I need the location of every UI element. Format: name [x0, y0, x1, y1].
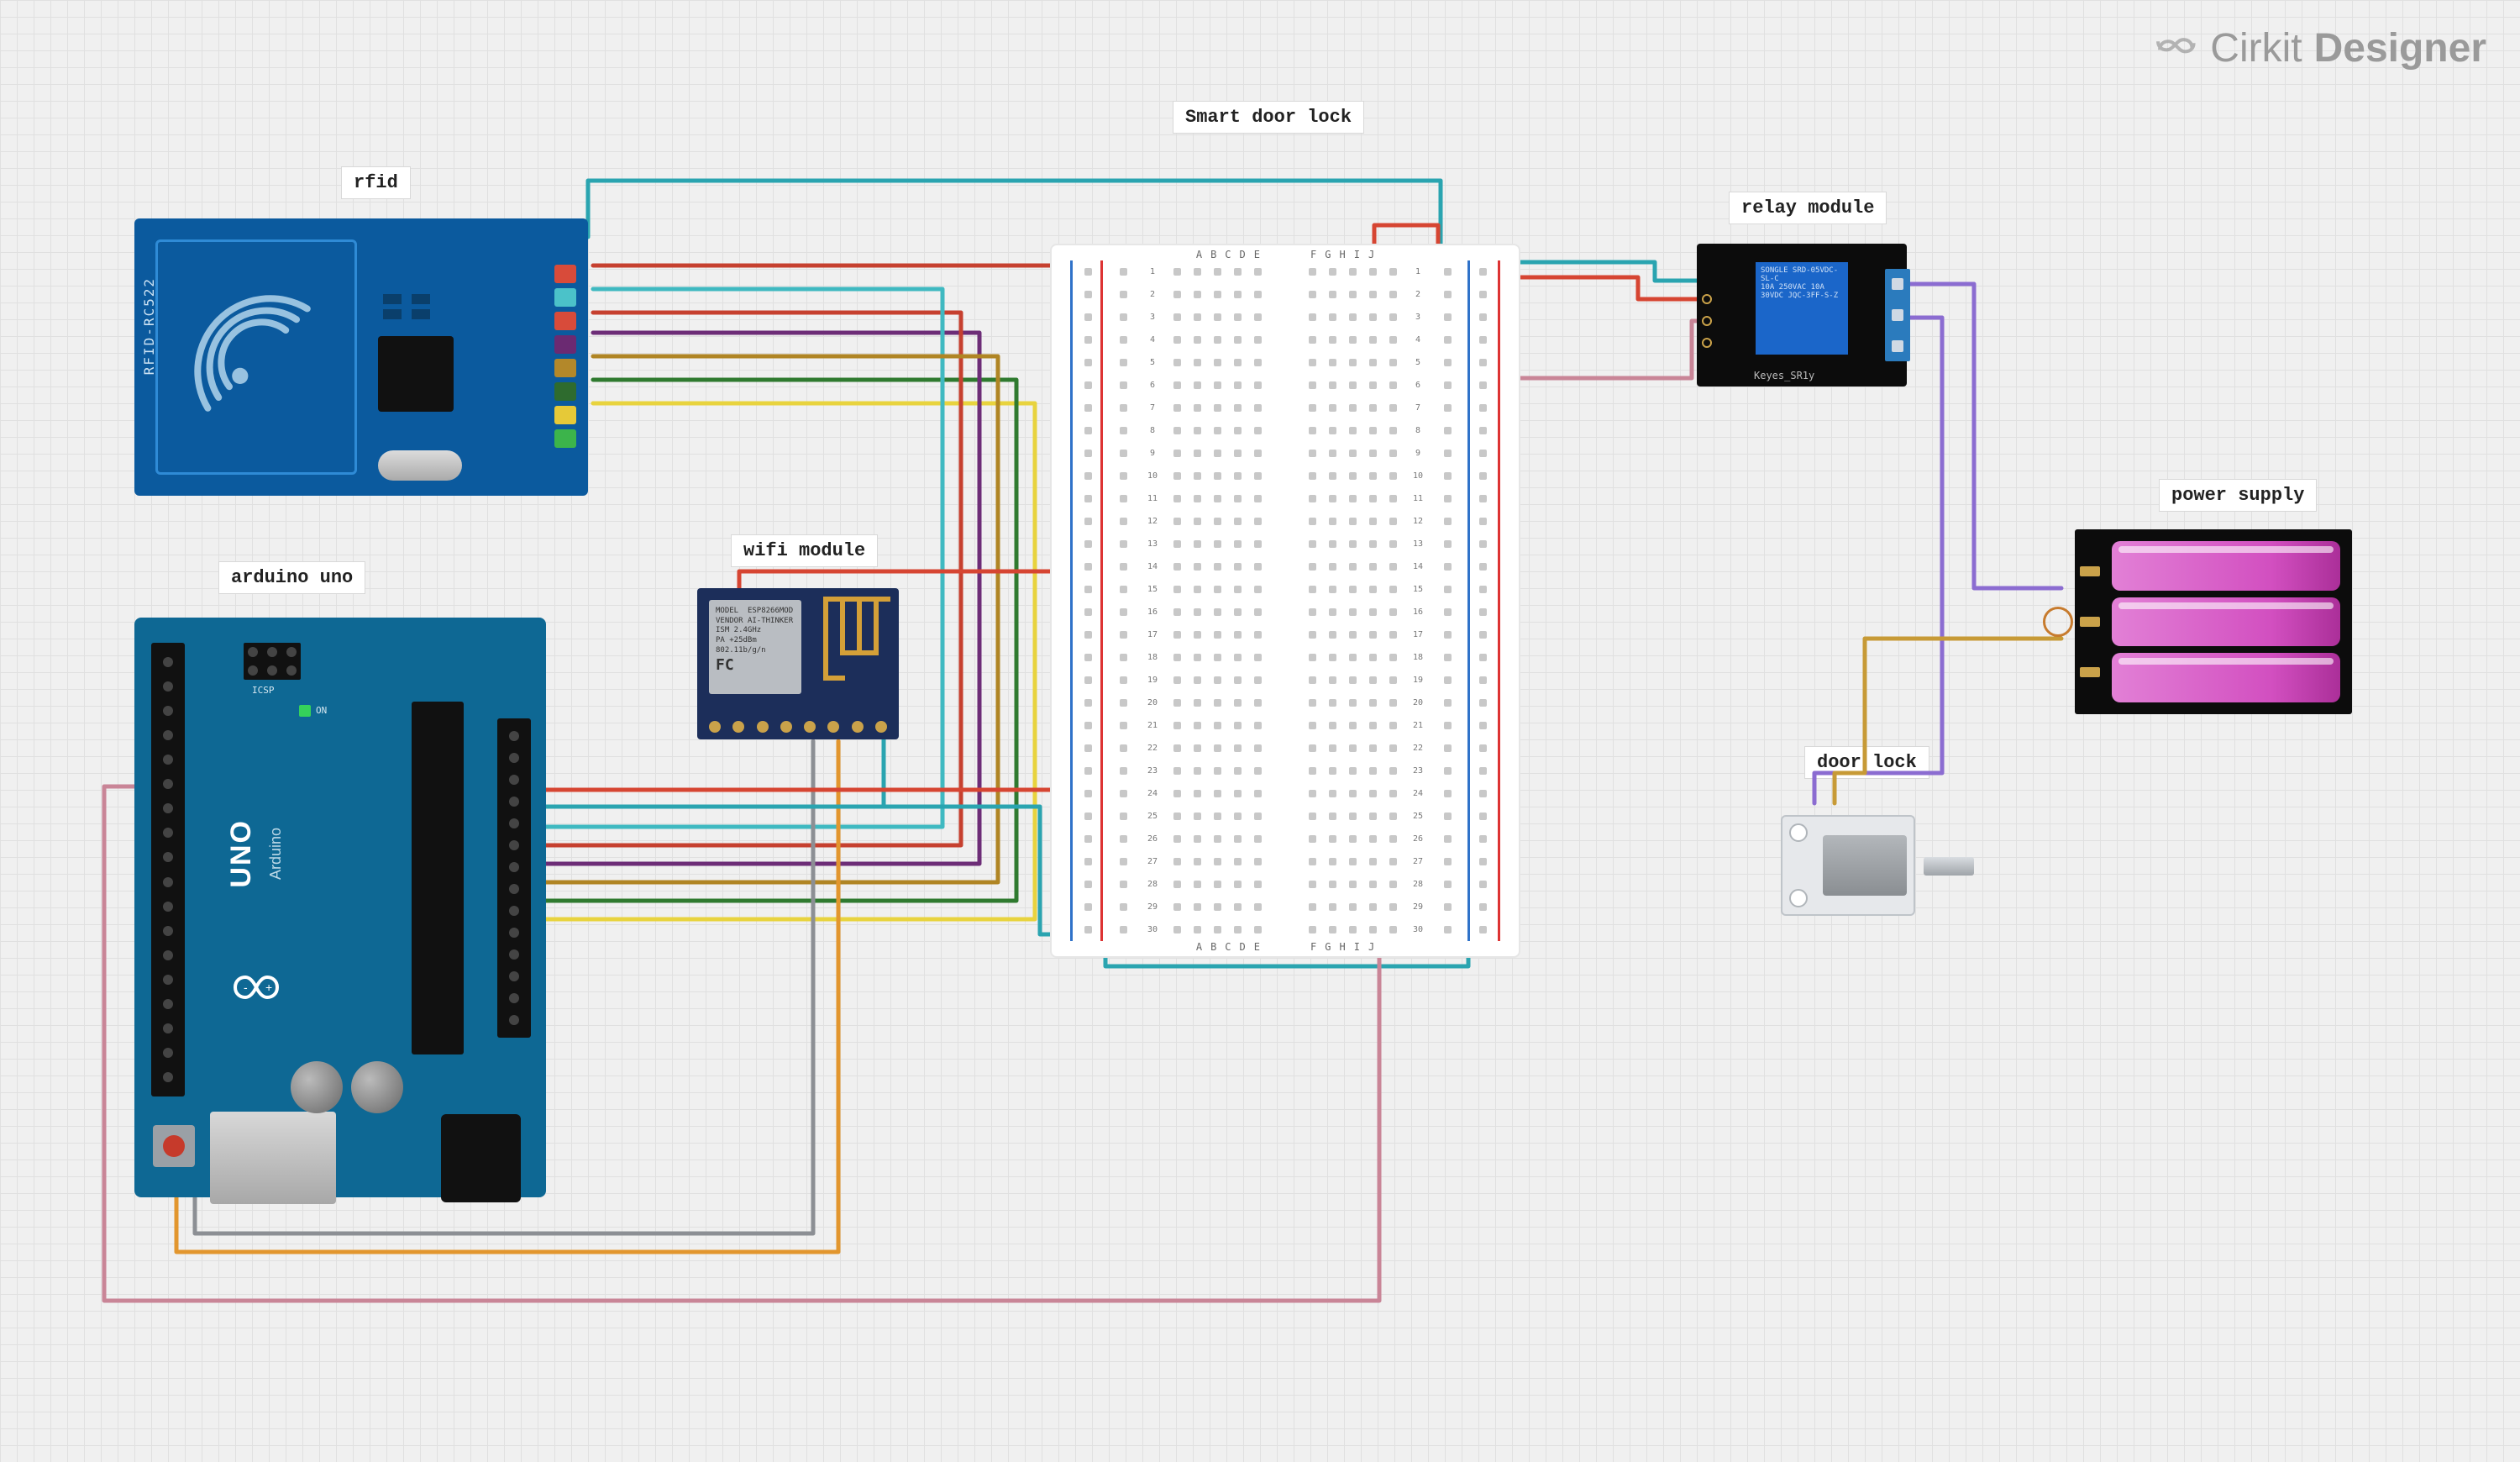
- wire-wifi-gnd[interactable]: ESP GND to Arduino GND: [538, 734, 884, 807]
- logo-text-1: Cirkit: [2210, 25, 2302, 71]
- relay-board-label: Keyes_SR1y: [1754, 370, 1814, 381]
- battery-cell: [2112, 541, 2340, 591]
- rfid-rc522[interactable]: RFID-RC522: [134, 218, 588, 496]
- battery-contacts: [2080, 546, 2103, 697]
- label-relay: relay module: [1729, 192, 1887, 224]
- app-logo: Cirkit Designer: [2153, 25, 2486, 71]
- arduino-mcu: [412, 702, 464, 1054]
- arduino-icsp[interactable]: [244, 643, 301, 680]
- battery-holder[interactable]: [2075, 529, 2352, 714]
- logo-text-2: Designer: [2314, 25, 2486, 71]
- arduino-power-analog-header[interactable]: [497, 718, 531, 1038]
- rfid-pin-miso[interactable]: [554, 335, 576, 354]
- rfid-pin-rst[interactable]: [554, 406, 576, 424]
- rfid-pin-header[interactable]: [554, 265, 576, 448]
- breadboard-col-labels-top: ABCDEFGHIJ: [1052, 249, 1519, 260]
- breadboard[interactable]: ABCDEFGHIJ ABCDEFGHIJ 123456789101112131…: [1050, 244, 1520, 958]
- solenoid-door-lock[interactable]: [1781, 798, 1957, 937]
- relay-screw-terminals[interactable]: [1885, 269, 1910, 361]
- battery-cell: [2112, 653, 2340, 702]
- battery-lead-ring: [2043, 607, 2073, 637]
- rfid-pin-3.3v[interactable]: [554, 429, 576, 448]
- lock-solenoid-body: [1823, 835, 1907, 896]
- label-arduino: arduino uno: [218, 561, 365, 594]
- battery-cell: [2112, 597, 2340, 647]
- fcc-mark-icon: FC: [716, 655, 795, 675]
- label-psu: power supply: [2159, 479, 2317, 512]
- diagram-title: Smart door lock: [1173, 101, 1364, 134]
- rfid-chip: [378, 336, 454, 412]
- arduino-capacitor: [351, 1061, 403, 1113]
- arduino-brand: Arduino: [267, 828, 285, 880]
- rfid-pin-irq[interactable]: [554, 359, 576, 377]
- rfid-crystal: [378, 450, 462, 481]
- arduino-barrel-jack[interactable]: [441, 1114, 521, 1202]
- wire-rfid-sda[interactable]: RFID SDA to breadboard: [593, 266, 1072, 444]
- label-rfid: rfid: [341, 166, 411, 199]
- rfid-pin-gnd[interactable]: [554, 382, 576, 401]
- wire-relay-vcc[interactable]: relay + from rail: [1500, 277, 1705, 299]
- label-doorlock: door lock: [1804, 746, 1929, 779]
- relay-input-pins[interactable]: [1702, 294, 1712, 348]
- arduino-badge: UNO: [227, 819, 255, 888]
- arduino-on-led: [299, 705, 311, 717]
- arduino-digital-header[interactable]: [151, 643, 185, 1096]
- wire-ard-5v-rail-l[interactable]: Arduino 5V to left + rail: [538, 790, 1089, 934]
- relay-module[interactable]: SONGLE SRD-05VDC-SL-C 10A 250VAC 10A 30V…: [1697, 244, 1907, 387]
- wifi-pin-header[interactable]: [709, 721, 887, 733]
- wifi-shield: MODEL ESP8266MOD VENDOR AI-THINKER ISM 2…: [709, 600, 801, 694]
- wire-relay-com-lock[interactable]: relay COM to lock +: [1814, 318, 1942, 803]
- arduino-reset-button[interactable]: [153, 1125, 195, 1167]
- lock-bolt: [1924, 857, 1974, 876]
- wifi-pcb-antenna: [823, 597, 890, 681]
- rfid-pin-sck[interactable]: [554, 288, 576, 307]
- arduino-usb-port[interactable]: [210, 1112, 336, 1204]
- rfid-antenna: [155, 239, 357, 475]
- rfid-pin-mosi[interactable]: [554, 312, 576, 330]
- logo-loop-icon: [2153, 26, 2198, 71]
- label-wifi: wifi module: [731, 534, 878, 567]
- rfid-pin-sda[interactable]: [554, 265, 576, 283]
- svg-text:-: -: [244, 981, 248, 994]
- wire-relay-sig[interactable]: breadboard to relay S: [1517, 321, 1705, 378]
- wire-relay-no-psu[interactable]: relay NO to battery +: [1907, 284, 2061, 588]
- rfid-waves-icon: [189, 290, 323, 424]
- arduino-infinity-icon: - +: [227, 970, 286, 1004]
- wire-ard-gnd-rail-l[interactable]: Arduino GND to left - rail: [538, 807, 1072, 934]
- esp8266-module[interactable]: MODEL ESP8266MOD VENDOR AI-THINKER ISM 2…: [697, 588, 899, 739]
- arduino-capacitor: [291, 1061, 343, 1113]
- diagram-canvas[interactable]: Cirkit Designer Smart door lock rfid ard…: [0, 0, 2520, 1462]
- arduino-uno[interactable]: ICSP UNO Arduino - + ON: [134, 618, 546, 1197]
- relay-cube: SONGLE SRD-05VDC-SL-C 10A 250VAC 10A 30V…: [1756, 262, 1848, 355]
- breadboard-col-labels-bottom: ABCDEFGHIJ: [1052, 941, 1519, 953]
- svg-text:+: +: [265, 981, 272, 994]
- arduino-icsp-label: ICSP: [252, 685, 275, 696]
- wire-rfid-mosi[interactable]: RFID MOSI: [536, 313, 961, 845]
